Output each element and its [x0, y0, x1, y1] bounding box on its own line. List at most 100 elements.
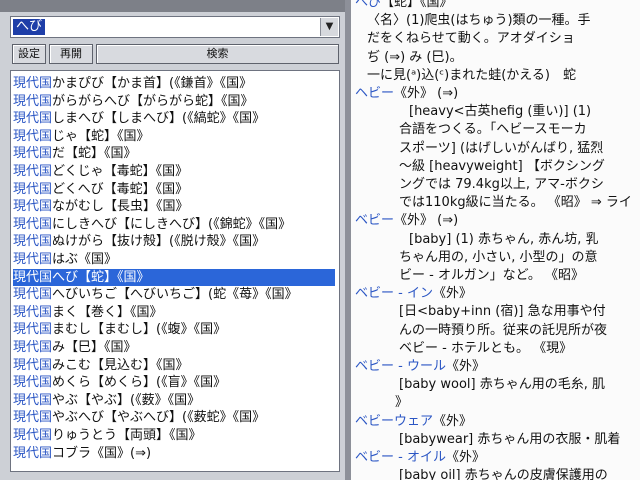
- source-tag: 現代国: [13, 322, 53, 338]
- source-tag: 現代国: [13, 111, 53, 127]
- list-item[interactable]: 現代国どくへび【毒蛇】《国》: [13, 181, 335, 198]
- headword-line: へび【蛇】《国》: [355, 0, 453, 12]
- definition-text: 《外》: [433, 413, 473, 429]
- list-item[interactable]: 現代国コブラ《国》(⇒): [13, 445, 335, 462]
- source-tag: 現代国: [13, 181, 53, 197]
- definition-text: 一に見(ᵃ)込(ᶜ)まれた蛙(かえる) 蛇: [367, 67, 576, 83]
- definition-text: 合語をつくる。「ヘビースモーカ: [399, 122, 587, 138]
- headword-line: ヘビー《外》 (⇒): [355, 85, 458, 103]
- list-item[interactable]: 現代国かまぴび【かま首】(《鎌首》《国》: [13, 75, 335, 92]
- chevron-down-icon[interactable]: ▼: [320, 18, 338, 36]
- source-tag: 現代国: [13, 164, 53, 179]
- definition-line: [日<baby+inn (宿)] 急な用事や付: [399, 303, 606, 321]
- left-pane: へび ▼ 設定 再開 検索 現代国かまぴび【かま首】(《鎌首》《国》 現代国がらが…: [0, 0, 345, 480]
- list-item[interactable]: 現代国どくじゃ【毒蛇】《国》: [13, 163, 335, 180]
- entry-label: めくら【めくら】(《盲》《国》: [52, 375, 227, 391]
- entry-label: まく【巻く】《国》: [52, 304, 163, 320]
- definition-text: [baby oil] 赤ちゃんの皮膚保護用の: [399, 468, 608, 480]
- definition-line: ぢ (⇒) み (巳)。: [367, 49, 463, 67]
- definition-line: ちゃん用の, 小さい, 小型の」の意: [399, 249, 598, 267]
- definition-text: 〈名〉(1)爬虫(はちゅう)類の一種。手: [367, 13, 591, 29]
- definition-line: 一に見(ᵃ)込(ᶜ)まれた蛙(かえる) 蛇: [367, 67, 576, 85]
- source-tag: 現代国: [13, 128, 53, 144]
- list-item[interactable]: 現代国めくら【めくら】(《盲》《国》: [13, 374, 335, 391]
- list-item[interactable]: 現代国みこむ【見込む】《国》: [13, 357, 335, 374]
- headword[interactable]: ベビー - イン: [355, 286, 433, 301]
- list-item[interactable]: 現代国はぶ《国》: [13, 251, 335, 268]
- list-item[interactable]: 現代国しまへび【しまへび】(《縞蛇》《国》: [13, 110, 335, 127]
- headword-line: ベビーウェア《外》: [355, 413, 472, 431]
- list-item[interactable]: 現代国へびいちご【へびいちご】(蛇《苺》《国》: [13, 286, 335, 303]
- source-tag: 現代国: [13, 146, 53, 162]
- entry-label: かまぴび【かま首】(《鎌首》《国》: [52, 76, 253, 91]
- definition-text: 〜級 [heavyweight] 【ボクシング: [399, 158, 605, 174]
- result-list[interactable]: 現代国かまぴび【かま首】(《鎌首》《国》 現代国がらがらへび【がらがら蛇】《国》現…: [10, 70, 340, 472]
- source-tag: 現代国: [13, 234, 53, 250]
- entry-label: ぬけがら【抜け殻】(《脱け殻》《国》: [52, 234, 266, 250]
- definition-text: 《外》: [432, 286, 472, 302]
- headword[interactable]: ベビー - オイル: [355, 450, 446, 465]
- headword-line: ベビー - ウール《外》: [355, 358, 485, 376]
- definition-line: 〜級 [heavyweight] 【ボクシング: [399, 158, 605, 176]
- headword-line: ベビー《外》 (⇒): [355, 212, 458, 230]
- entry-label: やぶ【やぶ】(《薮》《国》: [52, 392, 201, 408]
- definition-text: では110kg級に当たる。 《昭》 ⇒ ライ: [399, 195, 632, 211]
- entry-label: やぶへび【やぶへび】(《薮蛇》《国》: [52, 410, 266, 426]
- list-item[interactable]: 現代国がらがらへび【がらがら蛇】《国》: [13, 93, 335, 110]
- headword[interactable]: へび: [355, 0, 381, 10]
- source-tag: 現代国: [13, 304, 53, 320]
- list-item[interactable]: 現代国じゃ【蛇】《国》: [13, 128, 335, 145]
- list-item[interactable]: 現代国だ【蛇】《国》: [13, 145, 335, 162]
- definition-text: ベビー - ホテルとも。 《現》: [399, 340, 573, 356]
- definition-text: だをくねらせて動く。アオダイショ: [367, 31, 575, 47]
- definition-text: [baby] (1) 赤ちゃん, 赤ん坊, 乳: [409, 231, 599, 247]
- definition-text: 》: [395, 395, 409, 411]
- settings-button[interactable]: 設定: [12, 44, 46, 64]
- definition-text: 《外》 (⇒): [394, 213, 459, 229]
- source-tag: 現代国: [13, 93, 53, 109]
- definition-line: 合語をつくる。「ヘビースモーカ: [399, 121, 587, 139]
- list-item[interactable]: 現代国にしきへび【にしきへび】(《錦蛇》《国》: [13, 216, 335, 233]
- definition-text: ぢ (⇒) み (巳)。: [367, 49, 463, 65]
- list-item[interactable]: 現代国やぶへび【やぶへび】(《薮蛇》《国》: [13, 409, 335, 426]
- list-item[interactable]: 現代国まく【巻く】《国》: [13, 304, 335, 321]
- source-tag: 現代国: [13, 199, 53, 215]
- list-item[interactable]: 現代国へび【蛇】《国》: [13, 268, 335, 286]
- definition-pane: へび【蛇】《国》 〈名〉(1)爬虫(はちゅう)類の一種。手 だをくねらせて動く。アオ…: [351, 0, 640, 480]
- title-strip: [0, 0, 345, 12]
- list-item[interactable]: 現代国ながむし【長虫】《国》: [13, 198, 335, 215]
- definition-text: ングでは 79.4kg以上, アマ-ボクシ: [399, 177, 604, 192]
- entry-label: みこむ【見込む】《国》: [52, 357, 189, 373]
- entry-label: ながむし【長虫】《国》: [52, 199, 189, 215]
- definition-line: スポーツ] (はげしいがんばり, 猛烈: [399, 140, 603, 158]
- headword[interactable]: ベビー: [355, 213, 394, 228]
- list-item[interactable]: 現代国ぬけがら【抜け殻】(《脱け殻》《国》: [13, 233, 335, 250]
- list-item[interactable]: 現代国まむし【まむし】(《蝮》《国》: [13, 321, 335, 338]
- definition-line: [baby] (1) 赤ちゃん, 赤ん坊, 乳: [409, 231, 599, 249]
- search-combobox[interactable]: へび ▼: [10, 16, 340, 38]
- search-input[interactable]: へび: [13, 19, 46, 35]
- entry-label: だ【蛇】《国》: [52, 146, 137, 162]
- definition-text: ビー - オルガン」など。 《昭》: [399, 268, 585, 283]
- list-item[interactable]: 現代国み【巳】《国》: [13, 339, 335, 356]
- headword[interactable]: ベビー - ウール: [355, 359, 446, 374]
- definition-text: ちゃん用の, 小さい, 小型の」の意: [399, 249, 598, 265]
- list-item[interactable]: 現代国りゅうとう【両頭】《国》: [13, 427, 335, 444]
- source-tag: 現代国: [13, 357, 53, 373]
- definition-line: では110kg級に当たる。 《昭》 ⇒ ライ: [399, 194, 632, 212]
- headword[interactable]: ヘビー: [355, 86, 394, 101]
- source-tag: 現代国: [13, 392, 53, 408]
- source-tag: 現代国: [13, 410, 53, 426]
- definition-text: 《外》: [445, 359, 485, 374]
- search-button[interactable]: 検索: [96, 44, 339, 64]
- source-tag: 現代国: [13, 340, 53, 355]
- source-tag: 現代国: [13, 445, 53, 461]
- list-item[interactable]: 現代国やぶ【やぶ】(《薮》《国》: [13, 392, 335, 409]
- definition-text: [baby wool] 赤ちゃん用の毛糸, 肌: [399, 377, 605, 393]
- definition-text: スポーツ] (はげしいがんばり, 猛烈: [399, 140, 604, 156]
- definition-line: ビー - オルガン」など。 《昭》: [399, 267, 584, 285]
- entry-label: がらがらへび【がらがら蛇】《国》: [52, 93, 254, 109]
- headword[interactable]: ベビーウェア: [355, 414, 433, 429]
- entry-label: りゅうとう【両頭】《国》: [52, 428, 202, 443]
- resume-button[interactable]: 再開: [49, 44, 93, 64]
